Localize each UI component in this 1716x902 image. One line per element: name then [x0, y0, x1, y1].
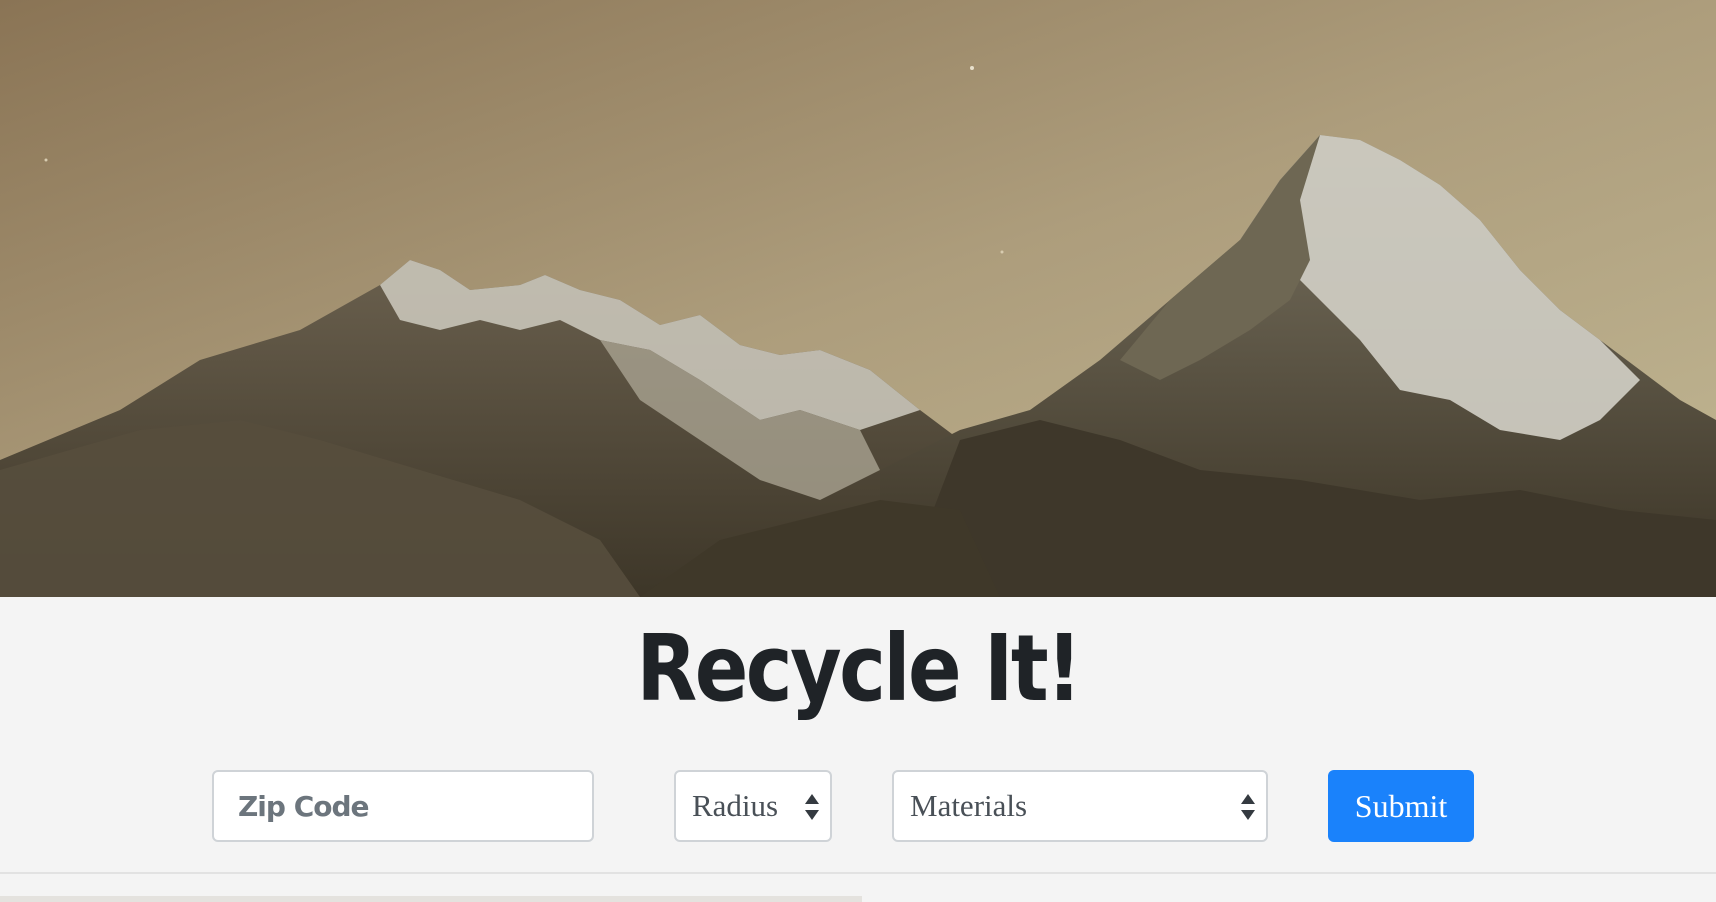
horizontal-scrollbar[interactable] [0, 896, 862, 902]
title-bar: Recycle It! [0, 597, 1716, 747]
materials-select[interactable]: Materials [892, 770, 1268, 842]
materials-select-label: Materials [910, 788, 1028, 823]
search-form: Radius Materials Submit [0, 745, 1716, 874]
select-arrows-icon [805, 794, 819, 820]
select-arrows-icon [1241, 794, 1255, 820]
radius-select-label: Radius [692, 788, 779, 823]
zip-code-input[interactable] [212, 770, 594, 842]
radius-select[interactable]: Radius [674, 770, 832, 842]
hero-mountain-image [0, 0, 1716, 597]
submit-button[interactable]: Submit [1328, 770, 1474, 842]
page-title: Recycle It! [636, 615, 1082, 722]
